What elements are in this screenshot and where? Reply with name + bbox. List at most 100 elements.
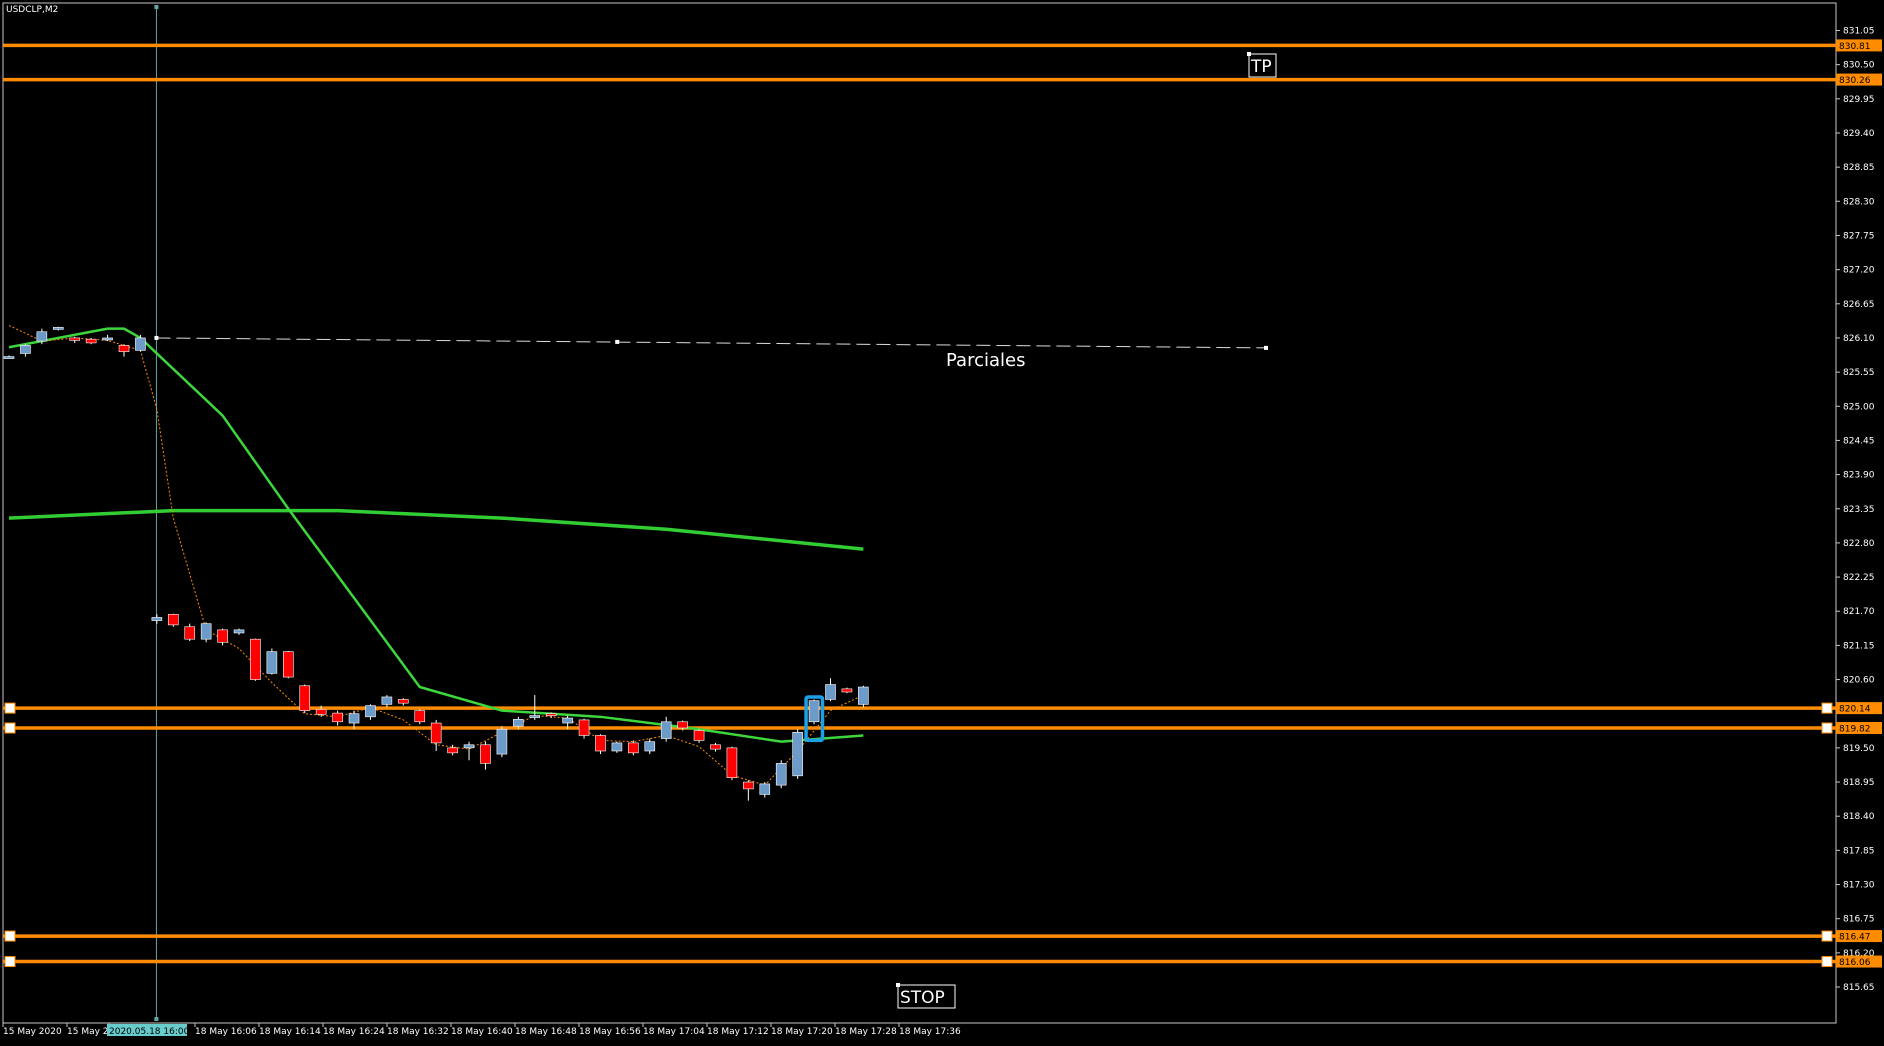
candle-body bbox=[775, 763, 787, 786]
trendline-handle[interactable] bbox=[154, 335, 159, 340]
trendline-handle[interactable] bbox=[1264, 345, 1268, 350]
trendline-handle[interactable] bbox=[615, 339, 620, 344]
y-tick-label: 818.95 bbox=[1843, 778, 1875, 788]
y-tick-label: 829.40 bbox=[1843, 129, 1875, 139]
level-handle-right[interactable] bbox=[1821, 722, 1833, 734]
level-handle-left[interactable] bbox=[4, 722, 16, 734]
y-tick-label: 823.35 bbox=[1843, 505, 1875, 515]
candle-body bbox=[168, 614, 179, 626]
x-tick-label-highlighted: 2020.05.18 16:00 bbox=[109, 1027, 190, 1037]
candle-body bbox=[200, 623, 212, 640]
candle-body bbox=[184, 626, 196, 640]
trading-chart[interactable]: 831.05 830.50 829.95 829.40 828.85 828.30 827.… bbox=[0, 0, 1884, 1042]
x-tick-label: 18 May 17:28 bbox=[835, 1027, 897, 1037]
y-tick-label: 828.30 bbox=[1843, 197, 1875, 207]
y-tick-label: 818.40 bbox=[1843, 812, 1875, 822]
candle-body bbox=[825, 684, 836, 700]
candle-body bbox=[693, 730, 705, 741]
candle-body bbox=[496, 728, 508, 755]
x-tick-label: 18 May 17:04 bbox=[643, 1027, 705, 1037]
level-handle-right[interactable] bbox=[1821, 930, 1833, 942]
x-tick-label: 18 May 16:06 bbox=[195, 1027, 257, 1037]
candle-body bbox=[69, 337, 81, 341]
level-handle-left[interactable] bbox=[4, 930, 16, 942]
stop-label[interactable]: STOP bbox=[900, 988, 945, 1008]
y-tick-label: 817.30 bbox=[1843, 881, 1875, 891]
candle-body bbox=[365, 705, 376, 718]
candle-body bbox=[217, 629, 228, 643]
candle-body bbox=[233, 629, 245, 634]
level-price-label: 820.14 bbox=[1839, 705, 1871, 715]
candle-body bbox=[628, 742, 639, 754]
candle-body bbox=[841, 688, 853, 693]
candle-body bbox=[578, 719, 590, 736]
candle-body bbox=[135, 337, 146, 351]
level-handle-left[interactable] bbox=[4, 956, 16, 968]
y-tick-label: 822.80 bbox=[1843, 539, 1875, 549]
y-tick-label: 828.85 bbox=[1843, 163, 1875, 173]
candle-body bbox=[660, 721, 672, 739]
x-tick-label: 15 May 2020 bbox=[3, 1027, 62, 1037]
x-tick-label: 18 May 16:40 bbox=[451, 1027, 513, 1037]
candle-body bbox=[677, 721, 688, 729]
candle-body bbox=[743, 781, 754, 790]
y-tick-label: 823.90 bbox=[1843, 471, 1875, 481]
x-tick-label: 18 May 16:14 bbox=[259, 1027, 321, 1037]
candle-body bbox=[3, 356, 15, 359]
candle-body bbox=[52, 327, 64, 330]
level-price-label: 816.47 bbox=[1839, 933, 1871, 943]
candle-body bbox=[644, 741, 656, 752]
level-price-label: 830.26 bbox=[1839, 76, 1871, 86]
candle-body bbox=[513, 719, 524, 727]
candle-body bbox=[299, 685, 311, 711]
level-handle-left[interactable] bbox=[4, 702, 16, 714]
tp-anchor-handle[interactable] bbox=[1247, 52, 1251, 56]
candle-body bbox=[332, 712, 343, 723]
y-tick-label: 815.65 bbox=[1843, 983, 1875, 993]
y-tick-label: 816.75 bbox=[1843, 915, 1875, 925]
chart-canvas[interactable]: 831.05 830.50 829.95 829.40 828.85 828.30 827.… bbox=[0, 0, 1884, 1042]
candle-body bbox=[611, 742, 623, 752]
candle-body bbox=[315, 709, 327, 715]
candle-body bbox=[151, 617, 163, 621]
x-tick-label: 18 May 16:24 bbox=[323, 1027, 385, 1037]
candle-body bbox=[20, 345, 31, 354]
candle-body bbox=[480, 744, 491, 764]
x-tick-label: 18 May 16:48 bbox=[515, 1027, 577, 1037]
level-price-label: 830.81 bbox=[1839, 42, 1871, 52]
candle-body bbox=[283, 651, 294, 678]
candle-body bbox=[710, 744, 721, 750]
level-price-label: 819.82 bbox=[1839, 724, 1871, 734]
y-tick-label: 821.15 bbox=[1843, 641, 1875, 651]
candle-body bbox=[348, 713, 360, 724]
candle-body bbox=[463, 744, 475, 749]
candle-body bbox=[808, 700, 820, 723]
candle-body bbox=[414, 710, 426, 723]
y-tick-label: 821.70 bbox=[1843, 607, 1875, 617]
chart-background bbox=[0, 0, 1884, 1042]
parciales-label[interactable]: Parciales bbox=[946, 350, 1025, 371]
candle-body bbox=[858, 686, 869, 705]
level-handle-right[interactable] bbox=[1821, 702, 1833, 714]
x-tick-label: 18 May 17:36 bbox=[899, 1027, 961, 1037]
candle-body bbox=[250, 638, 261, 680]
y-tick-label: 825.00 bbox=[1843, 402, 1875, 412]
x-tick-label: 15 May 2 bbox=[67, 1027, 109, 1037]
y-tick-label: 817.85 bbox=[1843, 846, 1875, 856]
y-tick-label: 820.60 bbox=[1843, 676, 1875, 686]
x-tick-label: 18 May 16:32 bbox=[387, 1027, 449, 1037]
level-handle-right[interactable] bbox=[1821, 956, 1833, 968]
tp-label[interactable]: TP bbox=[1250, 57, 1272, 77]
candle-body bbox=[726, 747, 738, 778]
candle-body bbox=[266, 651, 278, 674]
cursor-handle-top[interactable] bbox=[154, 5, 159, 9]
candle-body bbox=[545, 713, 557, 717]
stop-anchor-handle[interactable] bbox=[896, 983, 900, 987]
cursor-handle-bottom[interactable] bbox=[154, 1017, 159, 1021]
candle-body bbox=[118, 345, 130, 352]
candle-body bbox=[792, 732, 803, 777]
level-price-label: 816.06 bbox=[1839, 958, 1871, 968]
y-tick-label: 830.50 bbox=[1843, 61, 1875, 71]
y-tick-label: 825.55 bbox=[1843, 368, 1875, 378]
candle-body bbox=[398, 699, 409, 704]
